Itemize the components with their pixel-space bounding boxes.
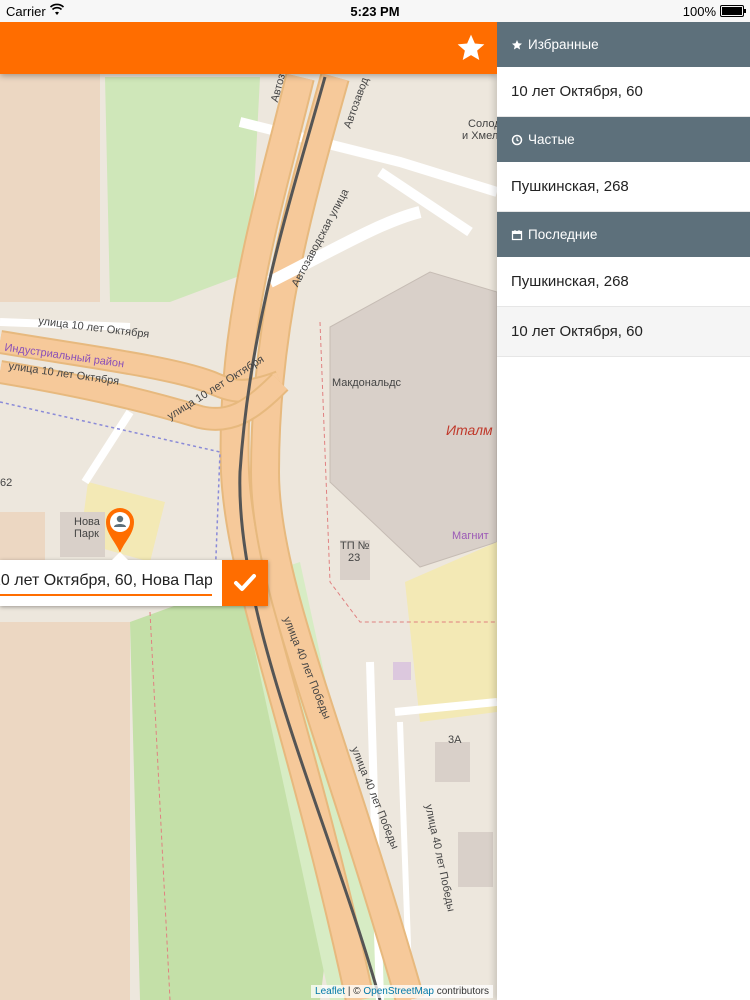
address-popup [0, 552, 268, 606]
map-label-building: Нова [74, 516, 100, 528]
map-label-poi: Магнит [452, 530, 489, 542]
popup-tail [112, 552, 128, 560]
map-label-poi: Солод [468, 118, 497, 130]
battery-icon [720, 5, 746, 17]
battery-percent: 100% [682, 4, 716, 19]
map-label-building: 23 [348, 552, 361, 564]
favorites-header: Избранные [497, 22, 750, 67]
recent-item[interactable]: Пушкинская, 268 [497, 257, 750, 307]
calendar-icon [511, 229, 523, 240]
attribution-contributors: contributors [433, 986, 489, 997]
star-icon[interactable] [455, 32, 487, 64]
map-label-building: 3А [448, 734, 462, 746]
recent-title: Последние [528, 227, 598, 242]
map-label-building: 62 [0, 477, 13, 489]
map-view[interactable]: улица 10 лет Октября улица 10 лет Октябр… [0, 22, 497, 1000]
map-label-poi: Италм [446, 422, 493, 438]
map-label-building: Парк [74, 528, 99, 540]
address-input[interactable] [0, 568, 212, 596]
status-bar: Carrier 5:23 PM 100% [0, 0, 750, 22]
map-pin-icon[interactable] [104, 506, 136, 554]
frequent-item[interactable]: Пушкинская, 268 [497, 162, 750, 212]
favorite-item[interactable]: 10 лет Октября, 60 [497, 67, 750, 117]
map-attribution: Leaflet | © OpenStreetMap contributors [311, 985, 493, 998]
favorites-title: Избранные [528, 37, 599, 52]
clock-icon [511, 134, 523, 145]
clock: 5:23 PM [350, 4, 400, 19]
addresses-panel: Избранные 10 лет Октября, 60 Частые Пушк… [497, 22, 750, 1000]
star-icon [512, 39, 522, 49]
leaflet-link[interactable]: Leaflet [315, 986, 345, 997]
check-icon [234, 574, 256, 591]
recent-item[interactable]: 10 лет Октября, 60 [497, 307, 750, 357]
map-label-poi: и Хмел [462, 130, 497, 142]
osm-link[interactable]: OpenStreetMap [363, 986, 434, 997]
top-bar [0, 22, 497, 74]
recent-header: Последние [497, 212, 750, 257]
map-label-poi: Макдональдс [332, 377, 402, 389]
frequent-header: Частые [497, 117, 750, 162]
confirm-button[interactable] [222, 560, 268, 606]
frequent-title: Частые [528, 132, 575, 147]
attribution-separator: | © [345, 986, 364, 997]
map-label-building: ТП № [340, 540, 370, 552]
map-tiles[interactable] [0, 22, 497, 1000]
